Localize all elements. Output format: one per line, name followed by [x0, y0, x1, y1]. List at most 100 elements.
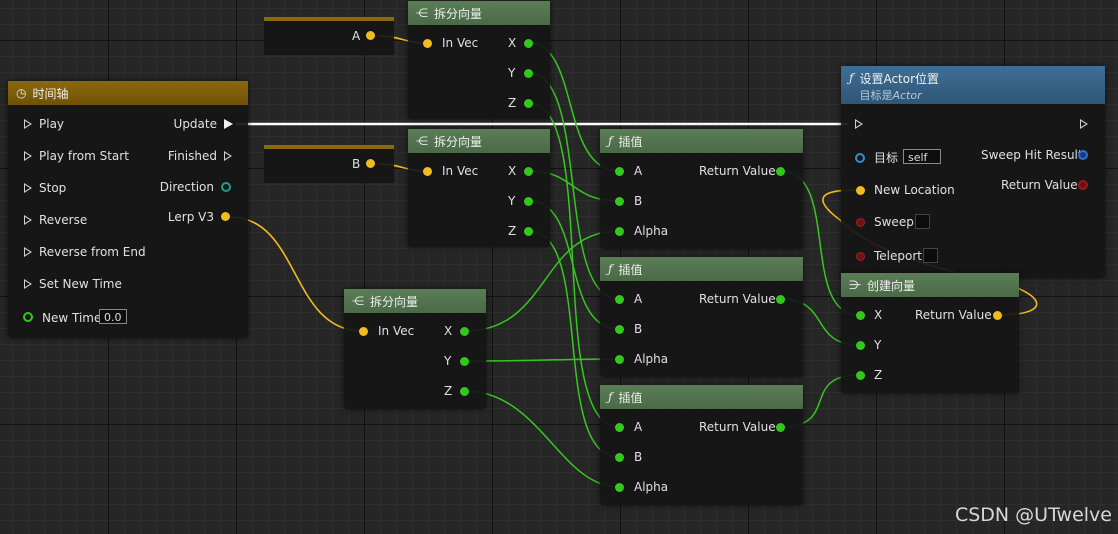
x-in-pin[interactable] — [856, 311, 865, 320]
break-vector-header[interactable]: ⋲ 拆分向量 — [344, 289, 486, 313]
timeline-title: 时间轴 — [32, 86, 69, 101]
lerp-v3-pin[interactable] — [221, 212, 230, 221]
lerp-header[interactable]: ƒ 插值 — [600, 129, 803, 153]
lerp-node-2[interactable]: ƒ 插值 A B Alpha Return Value — [600, 257, 803, 377]
lerp-v3-label: Lerp V3 — [167, 210, 214, 224]
alpha-in-pin[interactable] — [615, 227, 624, 236]
x-label: X — [874, 308, 883, 322]
exec-in-arrow[interactable] — [24, 151, 32, 161]
new-location-label: New Location — [874, 183, 955, 197]
z-in-pin[interactable] — [856, 371, 865, 380]
clock-icon: ◷ — [16, 86, 27, 100]
break-vector-node-1[interactable]: ⋲ 拆分向量 In Vec X Y Z — [408, 1, 550, 119]
return-value-pin[interactable] — [776, 167, 785, 176]
a-in-pin[interactable] — [615, 423, 624, 432]
in-vec-pin[interactable] — [423, 39, 432, 48]
break-vector-title: 拆分向量 — [434, 6, 483, 21]
break-vector-header[interactable]: ⋲ 拆分向量 — [408, 1, 550, 25]
b-in-pin[interactable] — [615, 453, 624, 462]
update-exec-pin[interactable] — [224, 119, 233, 129]
x-out-pin[interactable] — [460, 327, 469, 336]
y-out-pin[interactable] — [524, 69, 533, 78]
lerp-header[interactable]: ƒ 插值 — [600, 257, 803, 281]
a-in-pin[interactable] — [615, 295, 624, 304]
var-a-bar — [264, 17, 394, 21]
z-out-pin[interactable] — [460, 387, 469, 396]
b-label: B — [634, 194, 643, 208]
sweep-checkbox[interactable] — [915, 214, 930, 229]
sweep-hit-result-pin[interactable] — [1078, 150, 1088, 160]
y-out-pin[interactable] — [460, 357, 469, 366]
set-actor-location-node[interactable]: ƒ 设置Actor位置 目标是Actor 目标 self Sweep Hit R… — [841, 66, 1105, 278]
wire-cy-alpha2 — [464, 358, 620, 362]
return-value-pin[interactable] — [776, 295, 785, 304]
return-value-pin[interactable] — [1078, 180, 1088, 190]
lerp-node-3[interactable]: ƒ 插值 A B Alpha Return Value — [600, 385, 803, 505]
make-vector-icon: ⋺ — [849, 278, 861, 292]
target-pin[interactable] — [855, 153, 865, 163]
vector-var-a[interactable]: A — [264, 17, 394, 55]
y-out-pin[interactable] — [524, 197, 533, 206]
stop-label: Stop — [39, 181, 67, 195]
lerp-title: 插值 — [618, 390, 643, 405]
finished-exec-pin[interactable] — [224, 151, 232, 161]
var-a-pin[interactable] — [366, 31, 375, 40]
return-value-pin[interactable] — [993, 311, 1002, 320]
timeline-header[interactable]: ◷ 时间轴 — [8, 81, 248, 105]
lerp-node-1[interactable]: ƒ 插值 A B Alpha Return Value — [600, 129, 803, 249]
lerp-title: 插值 — [618, 262, 643, 277]
new-location-pin[interactable] — [856, 186, 865, 195]
z-out-pin[interactable] — [524, 227, 533, 236]
exec-in-arrow[interactable] — [24, 279, 32, 289]
exec-in-arrow[interactable] — [24, 247, 32, 257]
make-vector-header[interactable]: ⋺ 创建向量 — [841, 273, 1019, 297]
exec-out-pin[interactable] — [1080, 119, 1088, 129]
z-out-pin[interactable] — [524, 99, 533, 108]
break-vector-node-2[interactable]: ⋲ 拆分向量 In Vec X Y Z — [408, 129, 550, 247]
b-in-pin[interactable] — [615, 325, 624, 334]
sweep-hit-result-label: Sweep Hit Result — [981, 148, 1083, 162]
set-location-header-text: 设置Actor位置 目标是Actor — [859, 70, 939, 103]
reverse-from-end-label: Reverse from End — [39, 245, 146, 259]
lerp-header[interactable]: ƒ 插值 — [600, 385, 803, 409]
break-vector-icon: ⋲ — [416, 134, 428, 148]
a-in-pin[interactable] — [615, 167, 624, 176]
in-vec-label: In Vec — [378, 324, 415, 338]
return-value-label: Return Value — [699, 292, 776, 306]
exec-in-arrow[interactable] — [24, 119, 32, 129]
play-from-start-label: Play from Start — [39, 149, 129, 163]
function-icon: ƒ — [608, 262, 613, 276]
var-b-pin[interactable] — [366, 159, 375, 168]
timeline-node[interactable]: ◷ 时间轴 Play Play from Start Stop Reverse … — [8, 81, 248, 338]
in-vec-pin[interactable] — [359, 327, 368, 336]
sweep-pin[interactable] — [856, 218, 865, 227]
new-time-pin[interactable] — [23, 312, 33, 322]
set-location-header[interactable]: ƒ 设置Actor位置 目标是Actor — [841, 66, 1105, 104]
var-b-label: B — [352, 157, 361, 171]
in-vec-label: In Vec — [442, 164, 479, 178]
wire-cz-alpha3 — [464, 390, 620, 488]
x-out-pin[interactable] — [524, 39, 533, 48]
alpha-in-pin[interactable] — [615, 483, 624, 492]
teleport-checkbox[interactable] — [923, 248, 938, 263]
alpha-in-pin[interactable] — [615, 355, 624, 364]
exec-in-arrow[interactable] — [24, 215, 32, 225]
direction-pin[interactable] — [221, 182, 231, 192]
break-vector-header[interactable]: ⋲ 拆分向量 — [408, 129, 550, 153]
vector-var-b[interactable]: B — [264, 145, 394, 183]
exec-in-arrow[interactable] — [24, 183, 32, 193]
new-time-field[interactable]: 0.0 — [99, 309, 127, 324]
break-vector-node-3[interactable]: ⋲ 拆分向量 In Vec X Y Z — [344, 289, 486, 409]
target-self-field[interactable]: self — [903, 149, 941, 164]
exec-in-pin[interactable] — [855, 119, 863, 129]
x-out-pin[interactable] — [524, 167, 533, 176]
set-location-title: 设置Actor位置 — [859, 72, 940, 86]
return-value-pin[interactable] — [776, 423, 785, 432]
b-in-pin[interactable] — [615, 197, 624, 206]
teleport-pin[interactable] — [856, 252, 865, 261]
y-in-pin[interactable] — [856, 341, 865, 350]
wire-lerpv3-to-invec — [229, 216, 363, 332]
make-vector-node[interactable]: ⋺ 创建向量 X Y Z Return Value — [841, 273, 1019, 393]
play-label: Play — [39, 117, 65, 131]
in-vec-pin[interactable] — [423, 167, 432, 176]
